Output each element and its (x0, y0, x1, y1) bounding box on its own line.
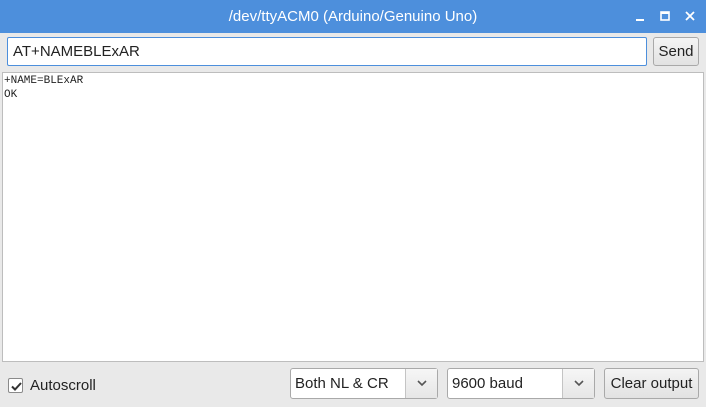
clear-output-button[interactable]: Clear output (604, 368, 699, 399)
chevron-down-icon[interactable] (405, 369, 437, 398)
baud-rate-select[interactable]: 9600 baud (447, 368, 595, 399)
status-bar: Autoscroll Both NL & CR 9600 baud Clear … (0, 364, 706, 407)
line-ending-value: Both NL & CR (295, 375, 389, 392)
chevron-down-icon[interactable] (562, 369, 594, 398)
autoscroll-toggle[interactable]: Autoscroll (8, 375, 96, 395)
maximize-icon[interactable] (657, 8, 673, 24)
output-line: OK (4, 89, 18, 101)
send-button[interactable]: Send (653, 37, 699, 66)
minimize-icon[interactable] (632, 8, 648, 24)
line-ending-select[interactable]: Both NL & CR (290, 368, 438, 399)
output-line: +NAME=BLExAR (4, 75, 84, 87)
autoscroll-label: Autoscroll (30, 376, 96, 394)
title-bar: /dev/ttyACM0 (Arduino/Genuino Uno) (0, 0, 706, 33)
check-icon (11, 381, 22, 391)
close-icon[interactable] (682, 8, 698, 24)
window-title: /dev/ttyACM0 (Arduino/Genuino Uno) (228, 8, 478, 25)
serial-output[interactable]: +NAME=BLExAR OK (2, 72, 704, 362)
baud-rate-value: 9600 baud (452, 375, 523, 392)
autoscroll-checkbox[interactable] (8, 377, 23, 393)
serial-input[interactable] (7, 37, 647, 66)
